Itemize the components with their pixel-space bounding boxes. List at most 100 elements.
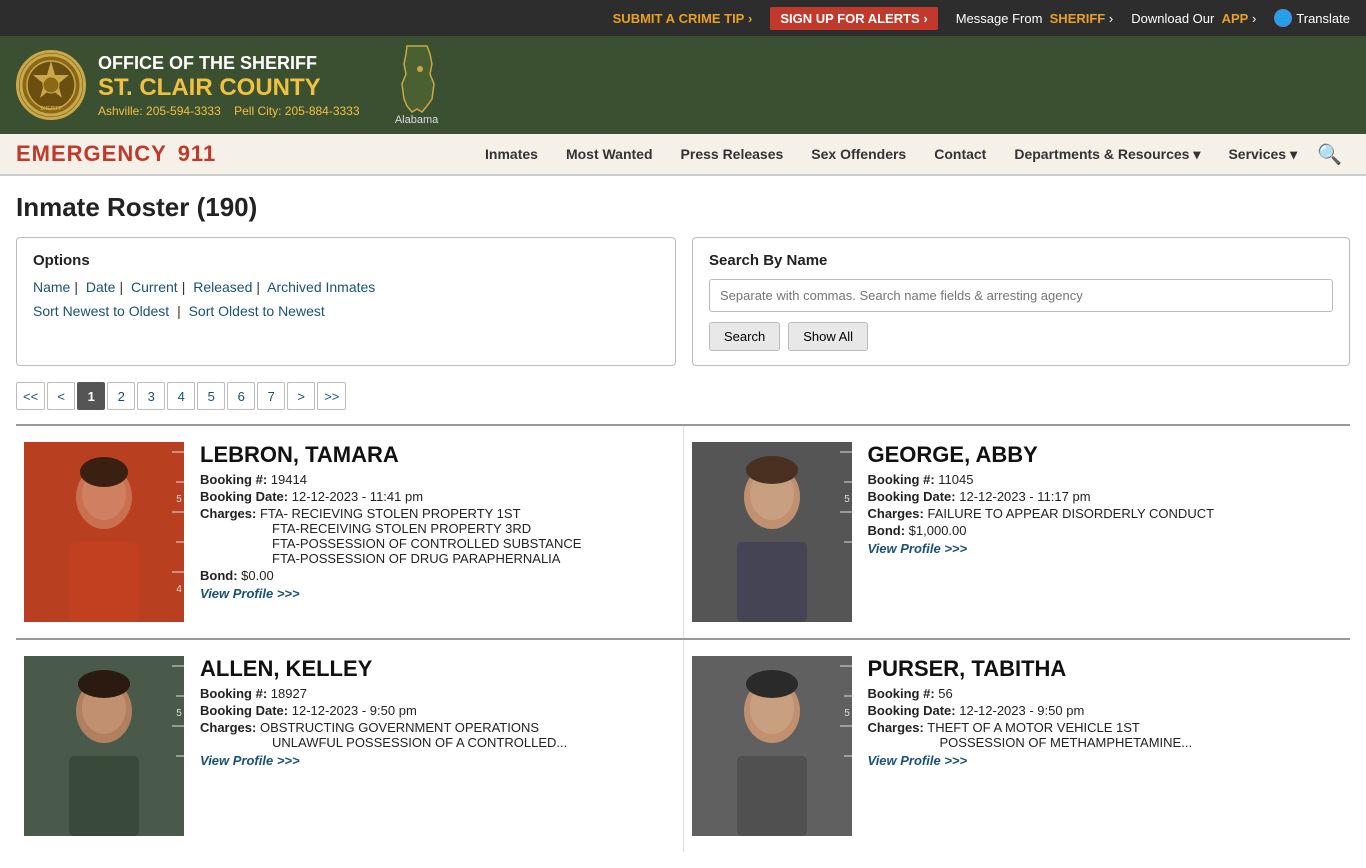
- booking-num-lebron: Booking #: 19414: [200, 472, 675, 487]
- booking-date-lebron: Booking Date: 12-12-2023 - 11:41 pm: [200, 489, 675, 504]
- nav-press-releases[interactable]: Press Releases: [669, 138, 796, 170]
- crime-tip-link[interactable]: SUBMIT A CRIME TIP ›: [613, 11, 753, 26]
- inmate-name-purser: PURSER, TABITHA: [868, 656, 1343, 682]
- booking-date-george: Booking Date: 12-12-2023 - 11:17 pm: [868, 489, 1343, 504]
- inmate-info-george: GEORGE, ABBY Booking #: 11045 Booking Da…: [868, 442, 1343, 622]
- page-3[interactable]: 3: [137, 382, 165, 410]
- nav-inmates[interactable]: Inmates: [473, 138, 550, 170]
- inmate-info-allen: ALLEN, KELLEY Booking #: 18927 Booking D…: [200, 656, 675, 836]
- show-all-button[interactable]: Show All: [788, 322, 868, 351]
- search-icon: 🔍: [1317, 144, 1342, 166]
- charges-purser: Charges: THEFT OF A MOTOR VEHICLE 1ST PO…: [868, 720, 1343, 750]
- filter-archived[interactable]: Archived Inmates: [267, 279, 375, 295]
- sort-newest[interactable]: Sort Newest to Oldest: [33, 303, 169, 319]
- svg-text:5: 5: [844, 494, 850, 505]
- main-nav: EMERGENCY 911 Inmates Most Wanted Press …: [0, 134, 1366, 176]
- download-app-link[interactable]: Download Our APP ›: [1131, 11, 1256, 26]
- nav-contact[interactable]: Contact: [922, 138, 998, 170]
- view-profile-allen[interactable]: View Profile >>>: [200, 753, 300, 768]
- sheriff-badge-icon: SHERIFF: [16, 50, 86, 120]
- page-2[interactable]: 2: [107, 382, 135, 410]
- page-next[interactable]: >: [287, 382, 315, 410]
- site-header: SHERIFF OFFICE OF THE SHERIFF ST. CLAIR …: [0, 36, 1366, 134]
- search-box: Search By Name Search Show All: [692, 237, 1350, 366]
- page-title: Inmate Roster (190): [16, 192, 1350, 223]
- search-heading: Search By Name: [709, 252, 1333, 269]
- search-icon-button[interactable]: 🔍: [1309, 138, 1350, 171]
- options-heading: Options: [33, 252, 659, 269]
- contact-info: Ashville: 205-594-3333 Pell City: 205-88…: [98, 104, 360, 118]
- charges-george: Charges: FAILURE TO APPEAR DISORDERLY CO…: [868, 506, 1343, 521]
- bond-george: Bond: $1,000.00: [868, 523, 1343, 538]
- page-first[interactable]: <<: [16, 382, 45, 410]
- filter-current[interactable]: Current: [131, 279, 178, 295]
- inmate-card-allen: 5 ALLEN, KELLEY Booking #: 18927 Booking: [16, 640, 684, 852]
- options-search-row: Options Name| Date| Current| Released| A…: [16, 237, 1350, 366]
- page-5[interactable]: 5: [197, 382, 225, 410]
- inmate-info-purser: PURSER, TABITHA Booking #: 56 Booking Da…: [868, 656, 1343, 836]
- chevron-down-icon: ▾: [1290, 146, 1297, 163]
- page-6[interactable]: 6: [227, 382, 255, 410]
- emergency-info: EMERGENCY 911: [16, 141, 216, 167]
- page-last[interactable]: >>: [317, 382, 346, 410]
- county-name: ST. CLAIR COUNTY: [98, 74, 360, 102]
- filter-released[interactable]: Released: [193, 279, 252, 295]
- inmate-row: 5 4 LEBRON, TAMARA Booking #: 19414: [16, 424, 1350, 638]
- services-button[interactable]: Services ▾: [1216, 138, 1309, 171]
- page-4[interactable]: 4: [167, 382, 195, 410]
- sort-oldest[interactable]: Sort Oldest to Newest: [189, 303, 325, 319]
- inmate-name-lebron: LEBRON, TAMARA: [200, 442, 675, 468]
- svg-text:5: 5: [844, 708, 850, 719]
- nav-most-wanted[interactable]: Most Wanted: [554, 138, 665, 170]
- inmate-info-lebron: LEBRON, TAMARA Booking #: 19414 Booking …: [200, 442, 675, 622]
- booking-num-george: Booking #: 11045: [868, 472, 1343, 487]
- inmate-grid: 5 4 LEBRON, TAMARA Booking #: 19414: [16, 424, 1350, 852]
- bond-lebron: Bond: $0.00: [200, 568, 675, 583]
- sheriff-message-link[interactable]: Message From SHERIFF ›: [956, 11, 1114, 26]
- view-profile-lebron[interactable]: View Profile >>>: [200, 586, 300, 601]
- page-prev[interactable]: <: [47, 382, 75, 410]
- svg-text:4: 4: [176, 584, 182, 595]
- page-1[interactable]: 1: [77, 382, 105, 410]
- main-navigation: Inmates Most Wanted Press Releases Sex O…: [473, 138, 1309, 171]
- booking-num-allen: Booking #: 18927: [200, 686, 675, 701]
- departments-resources-button[interactable]: Departments & Resources ▾: [1002, 138, 1212, 171]
- view-profile-purser[interactable]: View Profile >>>: [868, 753, 968, 768]
- sort-links: Sort Newest to Oldest | Sort Oldest to N…: [33, 303, 659, 319]
- svg-text:5: 5: [176, 494, 182, 505]
- inmate-card-purser: 5 PURSER, TABITHA Booking #: 56 Booking: [684, 640, 1351, 852]
- options-box: Options Name| Date| Current| Released| A…: [16, 237, 676, 366]
- inmate-card-lebron: 5 4 LEBRON, TAMARA Booking #: 19414: [16, 426, 684, 638]
- chevron-down-icon: ▾: [1193, 146, 1200, 163]
- inmate-row-2: 5 ALLEN, KELLEY Booking #: 18927 Booking: [16, 638, 1350, 852]
- view-profile-george[interactable]: View Profile >>>: [868, 541, 968, 556]
- inmate-card-george: 5 GEORGE, ABBY Booking #: 11045 Booking: [684, 426, 1351, 638]
- inmate-name-george: GEORGE, ABBY: [868, 442, 1343, 468]
- top-banner: SUBMIT A CRIME TIP › SIGN UP FOR ALERTS …: [0, 0, 1366, 36]
- mugshot-lebron: 5 4: [24, 442, 184, 622]
- inmate-name-allen: ALLEN, KELLEY: [200, 656, 675, 682]
- filter-name[interactable]: Name: [33, 279, 70, 295]
- state-outline: Alabama: [392, 44, 442, 126]
- pagination: << < 1 2 3 4 5 6 7 > >>: [16, 382, 1350, 410]
- svg-text:SHERIFF: SHERIFF: [40, 106, 61, 112]
- search-btn-row: Search Show All: [709, 322, 1333, 351]
- main-content: Inmate Roster (190) Options Name| Date| …: [0, 176, 1366, 868]
- search-input[interactable]: [709, 279, 1333, 312]
- charges-allen: Charges: OBSTRUCTING GOVERNMENT OPERATIO…: [200, 720, 675, 750]
- booking-date-purser: Booking Date: 12-12-2023 - 9:50 pm: [868, 703, 1343, 718]
- nav-sex-offenders[interactable]: Sex Offenders: [799, 138, 918, 170]
- header-left: SHERIFF OFFICE OF THE SHERIFF ST. CLAIR …: [16, 44, 1350, 126]
- mugshot-george: 5: [692, 442, 852, 622]
- search-button[interactable]: Search: [709, 322, 780, 351]
- filter-date[interactable]: Date: [86, 279, 116, 295]
- mugshot-purser: 5: [692, 656, 852, 836]
- charges-lebron: Charges: FTA- RECIEVING STOLEN PROPERTY …: [200, 506, 675, 566]
- translate-button[interactable]: 🌐 Translate: [1274, 9, 1350, 27]
- mugshot-allen: 5: [24, 656, 184, 836]
- filter-links: Name| Date| Current| Released| Archived …: [33, 279, 659, 295]
- page-7[interactable]: 7: [257, 382, 285, 410]
- office-title: OFFICE OF THE SHERIFF: [98, 53, 360, 74]
- globe-icon: 🌐: [1274, 9, 1292, 27]
- alerts-button[interactable]: SIGN UP FOR ALERTS ›: [770, 7, 937, 30]
